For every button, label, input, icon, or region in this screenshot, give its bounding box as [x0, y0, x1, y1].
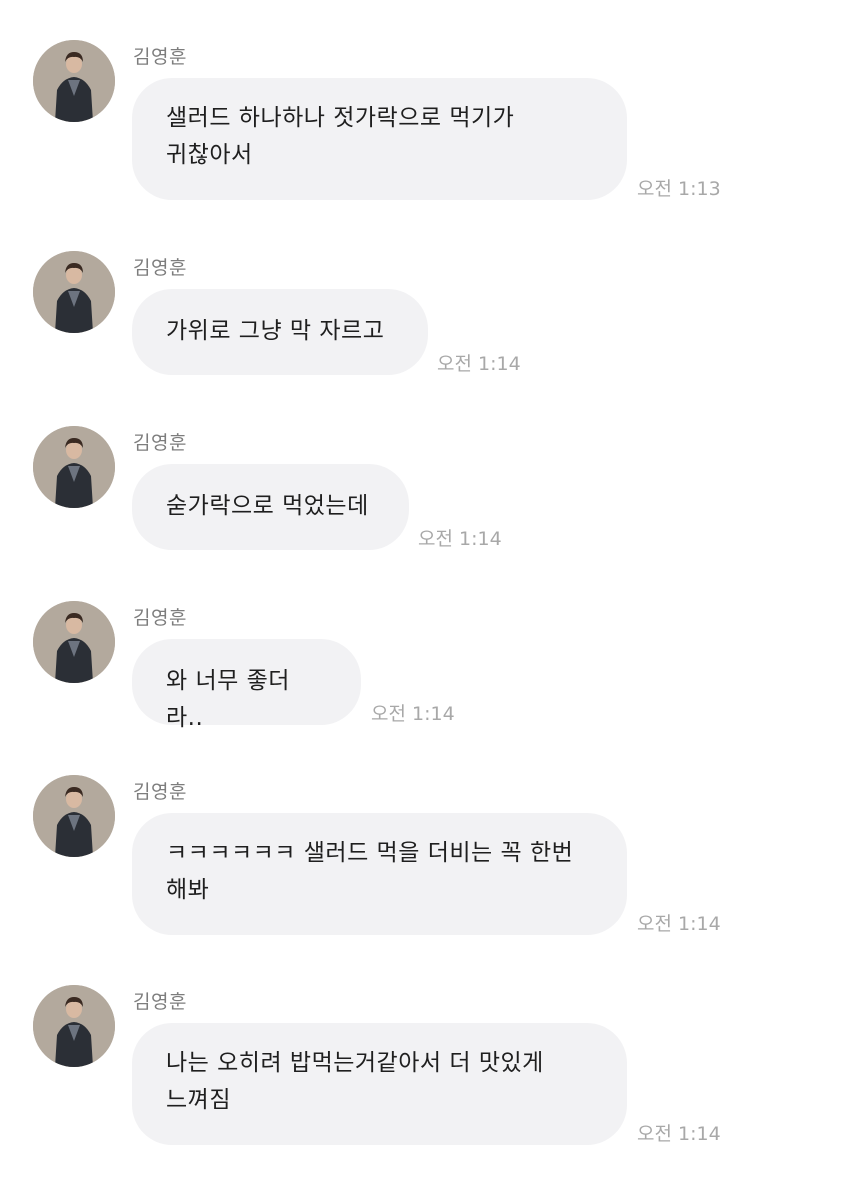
- sender-name: 김영훈: [133, 607, 187, 629]
- avatar[interactable]: [33, 775, 115, 857]
- message-bubble[interactable]: ㅋㅋㅋㅋㅋㅋ 샐러드 먹을 더비는 꼭 한번 해봐: [132, 813, 627, 935]
- message-time: 오전 1:13: [637, 178, 721, 200]
- message-time: 오전 1:14: [437, 353, 521, 375]
- message-time: 오전 1:14: [418, 528, 502, 550]
- avatar[interactable]: [33, 985, 115, 1067]
- avatar[interactable]: [33, 601, 115, 683]
- avatar[interactable]: [33, 251, 115, 333]
- avatar[interactable]: [33, 426, 115, 508]
- message-bubble[interactable]: 가위로 그냥 막 자르고: [132, 289, 428, 375]
- sender-name: 김영훈: [133, 991, 187, 1013]
- sender-name: 김영훈: [133, 781, 187, 803]
- sender-name: 김영훈: [133, 257, 187, 279]
- message-time: 오전 1:14: [371, 703, 455, 725]
- message-time: 오전 1:14: [637, 1123, 721, 1145]
- message-time: 오전 1:14: [637, 913, 721, 935]
- message-bubble[interactable]: 샐러드 하나하나 젓가락으로 먹기가 귀찮아서: [132, 78, 627, 200]
- sender-name: 김영훈: [133, 432, 187, 454]
- message-bubble[interactable]: 나는 오히려 밥먹는거같아서 더 맛있게 느껴짐: [132, 1023, 627, 1145]
- avatar[interactable]: [33, 40, 115, 122]
- message-bubble[interactable]: 와 너무 좋더라..: [132, 639, 361, 731]
- message-bubble[interactable]: 숟가락으로 먹었는데: [132, 464, 409, 550]
- sender-name: 김영훈: [133, 46, 187, 68]
